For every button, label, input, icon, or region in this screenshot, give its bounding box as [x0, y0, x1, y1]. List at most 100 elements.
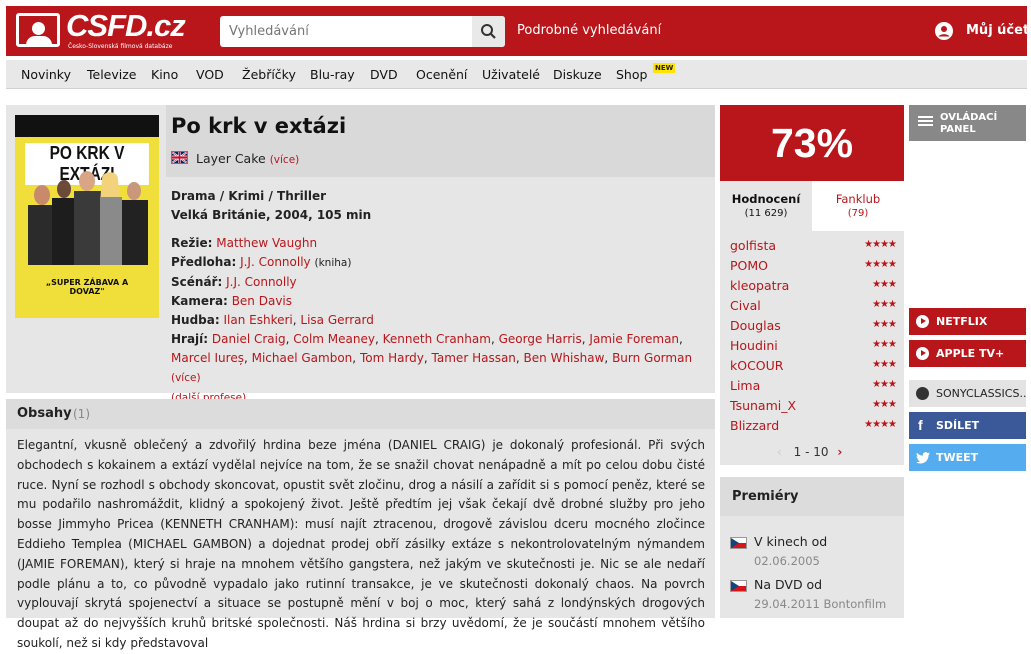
source-note: (kniha) — [314, 257, 352, 269]
nav-item-dvd[interactable]: DVD — [370, 67, 398, 82]
premiere-date: 29.04.2011 Bontonfilm — [754, 597, 887, 611]
user-rating-name-link[interactable]: Cival — [730, 298, 761, 313]
user-ratings-list: golfista ★★★★ POMO ★★★★ kleopatra ★★★ Cival ★★★… — [730, 238, 897, 438]
rating-stars: ★★★ — [872, 379, 897, 390]
user-icon — [935, 22, 953, 40]
prev-page-icon[interactable]: ‹ — [777, 445, 782, 459]
music-link[interactable]: Ilan Eshkeri — [224, 313, 293, 327]
nav-item-shop[interactable]: Shop — [616, 67, 647, 82]
cast-link[interactable]: Tom Hardy — [360, 351, 424, 365]
credit-row-source: Předloha: J.J. Connolly (kniha) — [171, 255, 352, 269]
user-rating-row: Douglas ★★★ — [730, 318, 897, 338]
cast-link[interactable]: Kenneth Cranham — [383, 332, 491, 346]
music-link[interactable]: Lisa Gerrard — [300, 313, 373, 327]
cast-link[interactable]: Marcel Iureș — [171, 351, 244, 365]
film-poster[interactable]: PO KRK V EXTÁZI „SUPER ZÁBAVA A DOVAZ" — [15, 115, 159, 318]
tab-ratings[interactable]: Hodnocení (11 629) — [720, 181, 812, 231]
director-link[interactable]: Matthew Vaughn — [216, 236, 317, 250]
control-panel-label: OVLÁDACÍ PANEL — [940, 112, 998, 135]
facebook-icon: f — [918, 417, 923, 433]
plot-count: (1) — [73, 407, 90, 421]
logo-subtitle: Česko-Slovenská filmová databáze — [68, 43, 173, 50]
film-details: Drama / Krimi / Thriller Velká Británie,… — [171, 187, 711, 408]
site-header: CSFD.cz Česko-Slovenská filmová databáze… — [0, 0, 1031, 56]
netflix-button[interactable]: NETFLIX — [909, 308, 1026, 335]
nav-item-oceneni[interactable]: Ocenění — [416, 67, 467, 82]
tweet-button[interactable]: TWEET — [909, 444, 1026, 471]
rating-stars: ★★★ — [872, 299, 897, 310]
advanced-search-link[interactable]: Podrobné vyhledávání — [517, 23, 661, 38]
search-button[interactable] — [472, 16, 505, 47]
user-rating-name-link[interactable]: Houdini — [730, 338, 778, 353]
nav-item-novinky[interactable]: Novinky — [21, 67, 71, 82]
logo-film-icon — [16, 13, 60, 47]
user-rating-name-link[interactable]: Lima — [730, 378, 760, 393]
source-author-link[interactable]: J.J. Connolly — [240, 255, 311, 269]
control-panel-button[interactable]: OVLÁDACÍ PANEL — [909, 105, 1026, 141]
rating-stars: ★★★★ — [864, 419, 897, 430]
user-rating-name-link[interactable]: kleopatra — [730, 278, 789, 293]
rating-box: 73% Hodnocení (11 629) Fanklub (79) golfis… — [720, 105, 904, 465]
tab-fanclub-label: Fanklub — [835, 192, 881, 206]
plot-header — [6, 399, 715, 429]
screenplay-link[interactable]: J.J. Connolly — [226, 275, 297, 289]
cast-link[interactable]: Tamer Hassan — [432, 351, 516, 365]
user-rating-row: Lima ★★★ — [730, 378, 897, 398]
user-rating-row: Blizzard ★★★★ — [730, 418, 897, 438]
rating-stars: ★★★ — [872, 359, 897, 370]
user-rating-name-link[interactable]: Blizzard — [730, 418, 779, 433]
nav-item-vod[interactable]: VOD — [196, 67, 224, 82]
sony-label: SONYCLASSICS... — [936, 387, 1026, 400]
user-rating-name-link[interactable]: golfista — [730, 238, 776, 253]
original-title-text: Layer Cake — [196, 151, 266, 166]
user-rating-row: Tsunami_X ★★★ — [730, 398, 897, 418]
plot-box: Obsahy (1) Elegantní, vkusně oblečený a … — [6, 399, 715, 650]
original-title-more-link[interactable]: (více) — [270, 154, 300, 166]
cast-more-link[interactable]: (více) — [171, 372, 201, 384]
poster-slogan: „SUPER ZÁBAVA A DOVAZ" — [45, 278, 129, 296]
tweet-label: TWEET — [936, 451, 979, 464]
account-menu[interactable]: Můj účet — [935, 22, 1029, 40]
user-rating-row: kOCOUR ★★★ — [730, 358, 897, 378]
netflix-label: NETFLIX — [936, 315, 988, 328]
nav-item-uzivatele[interactable]: Uživatelé — [482, 67, 540, 82]
next-page-icon[interactable]: › — [837, 445, 842, 459]
cast-link[interactable]: Jamie Foreman — [589, 332, 679, 346]
user-rating-name-link[interactable]: Douglas — [730, 318, 781, 333]
rating-score: 73% — [720, 105, 904, 181]
user-rating-name-link[interactable]: POMO — [730, 258, 768, 273]
user-rating-name-link[interactable]: kOCOUR — [730, 358, 783, 373]
share-button[interactable]: f SDÍLET — [909, 412, 1026, 439]
camera-link[interactable]: Ben Davis — [232, 294, 292, 308]
nav-item-zebricky[interactable]: Žebříčky — [242, 67, 296, 82]
nav-item-diskuze[interactable]: Diskuze — [553, 67, 602, 82]
film-genres: Drama / Krimi / Thriller — [171, 189, 327, 203]
cast-link[interactable]: Michael Gambon — [252, 351, 353, 365]
logo-text: CSFD.cz — [66, 8, 186, 43]
film-origin: Velká Británie, 2004, 105 min — [171, 208, 372, 222]
cast-link[interactable]: George Harris — [499, 332, 582, 346]
nav-item-kino[interactable]: Kino — [151, 67, 178, 82]
search-input[interactable] — [220, 16, 472, 47]
user-rating-name-link[interactable]: Tsunami_X — [730, 398, 796, 413]
rating-stars: ★★★ — [872, 279, 897, 290]
tab-ratings-label: Hodnocení — [731, 192, 801, 206]
search-box — [220, 16, 505, 47]
cast-link[interactable]: Burn Gorman — [612, 351, 692, 365]
cast-link[interactable]: Daniel Craig — [212, 332, 286, 346]
nav-item-televize[interactable]: Televize — [87, 67, 137, 82]
sony-link[interactable]: SONYCLASSICS... — [909, 380, 1026, 407]
rating-stars: ★★★★ — [864, 239, 897, 250]
csfd-logo[interactable]: CSFD.cz Česko-Slovenská filmová databáze — [16, 8, 186, 52]
ratings-pager: ‹ 1 - 10 › — [777, 445, 842, 459]
nav-item-bluray[interactable]: Blu-ray — [310, 67, 355, 82]
appletv-button[interactable]: APPLE TV+ — [909, 340, 1026, 367]
globe-icon — [916, 387, 929, 400]
tab-ratings-count: (11 629) — [744, 208, 788, 219]
cast-link[interactable]: Ben Whishaw — [524, 351, 605, 365]
cast-link[interactable]: Colm Meaney — [293, 332, 375, 346]
poster-credits-stripe — [15, 115, 159, 137]
premiere-label: V kinech od — [754, 534, 828, 549]
share-label: SDÍLET — [936, 419, 980, 432]
tab-fanclub[interactable]: Fanklub (79) — [812, 181, 904, 231]
